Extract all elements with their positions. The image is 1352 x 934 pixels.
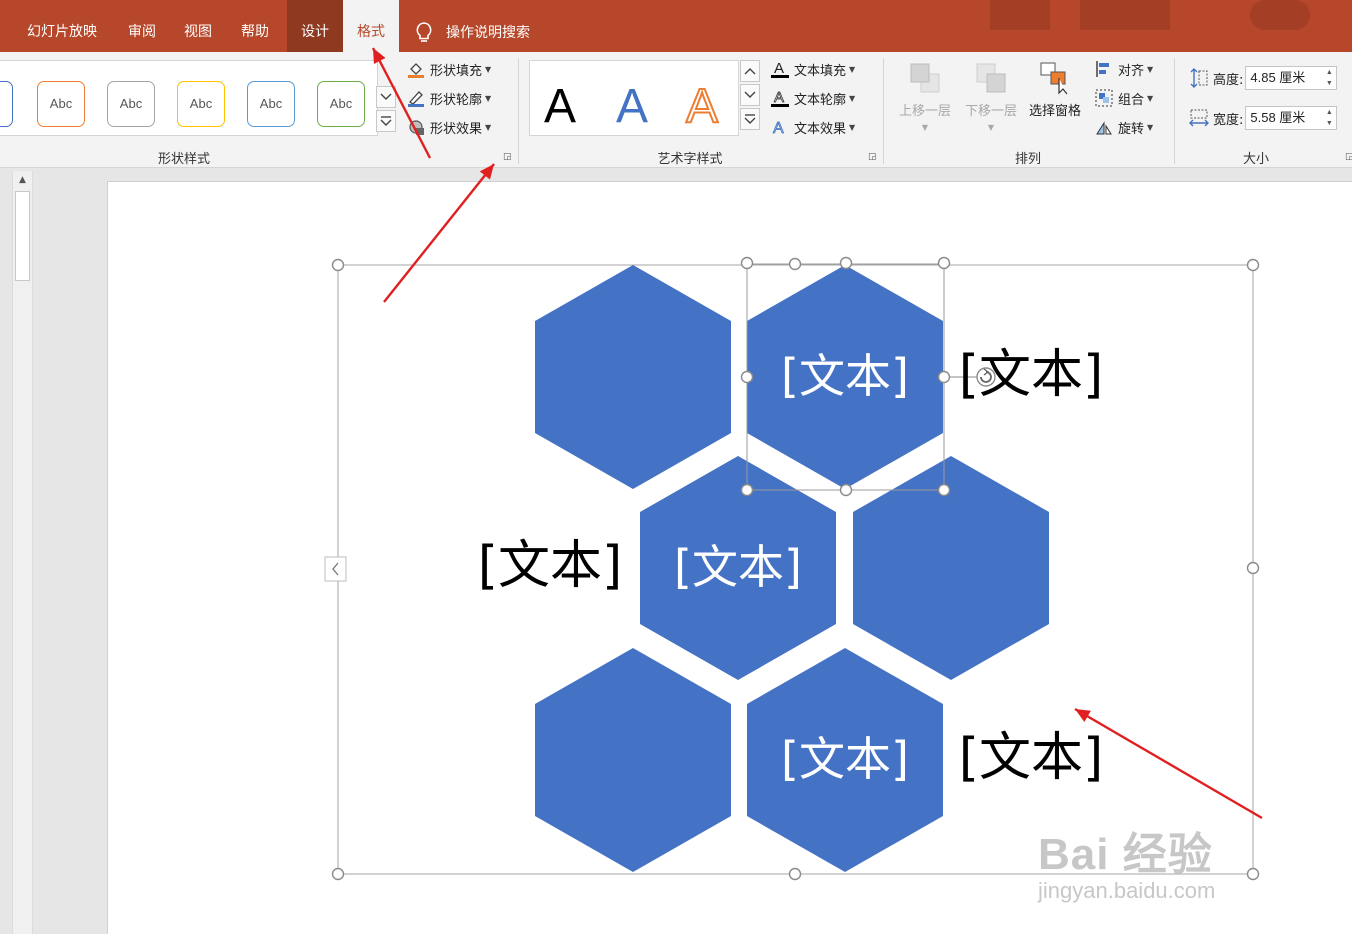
- hex-text-placeholder[interactable]: [文本]: [781, 349, 909, 403]
- red-arrow-shaft: [383, 163, 495, 303]
- resize-handle[interactable]: [331, 258, 345, 272]
- red-arrowhead-icon: [479, 164, 494, 180]
- resize-handle[interactable]: [740, 483, 754, 497]
- hex-text-placeholder[interactable]: [文本]: [781, 732, 909, 786]
- smartart-collapse-tab[interactable]: [324, 556, 347, 582]
- resize-handle[interactable]: [740, 256, 754, 270]
- resize-handle[interactable]: [1246, 867, 1260, 881]
- side-text-placeholder[interactable]: [文本]: [959, 728, 1104, 788]
- resize-handle[interactable]: [839, 256, 853, 270]
- watermark-brand: Bai 经验: [1038, 830, 1213, 879]
- resize-handle[interactable]: [1246, 258, 1260, 272]
- resize-handle[interactable]: [788, 257, 802, 271]
- hex-text-placeholder[interactable]: [文本]: [674, 540, 802, 594]
- resize-handle[interactable]: [839, 483, 853, 497]
- resize-handle[interactable]: [937, 370, 951, 384]
- hexagon-shape[interactable]: [535, 648, 731, 872]
- slide-content-layer: [文本] [文本] [文本] [文本] [文本] [文本]: [324, 47, 1263, 881]
- hexagon-shape[interactable]: [535, 265, 731, 489]
- resize-handle[interactable]: [937, 256, 951, 270]
- resize-handle[interactable]: [1246, 561, 1260, 575]
- resize-handle[interactable]: [788, 867, 802, 881]
- side-text-placeholder[interactable]: [文本]: [959, 345, 1104, 405]
- red-arrow-shaft: [371, 47, 432, 159]
- resize-handle[interactable]: [740, 370, 754, 384]
- watermark-url: jingyan.baidu.com: [1038, 878, 1216, 903]
- baidu-watermark: Bai 经验 jingyan.baidu.com: [1038, 818, 1215, 904]
- resize-handle[interactable]: [331, 867, 345, 881]
- resize-handle[interactable]: [937, 483, 951, 497]
- side-text-placeholder[interactable]: [文本]: [478, 536, 623, 596]
